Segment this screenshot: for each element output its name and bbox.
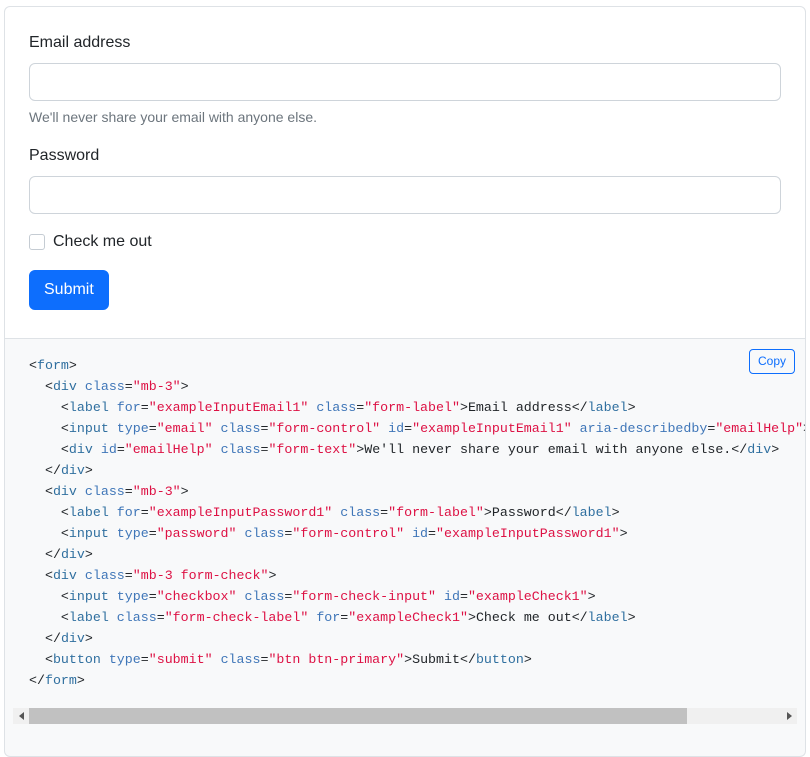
email-label: Email address: [29, 34, 131, 51]
copy-code-button[interactable]: Copy: [748, 349, 795, 374]
password-input[interactable]: [29, 176, 781, 214]
example-preview-pane: Email address We'll never share your ema…: [4, 6, 806, 339]
code-example-pane: Copy <form> <div class="mb-3"> <label fo…: [4, 339, 806, 757]
scrollbar-track[interactable]: [29, 708, 781, 724]
check-me-out-checkbox[interactable]: [29, 234, 45, 250]
horizontal-scrollbar[interactable]: [13, 708, 797, 724]
code-scroll-viewport[interactable]: <form> <div class="mb-3"> <label for="ex…: [5, 355, 805, 695]
scrollbar-right-arrow-icon[interactable]: [781, 708, 797, 724]
password-label: Password: [29, 147, 100, 164]
scrollbar-left-arrow-icon[interactable]: [13, 708, 29, 724]
email-help-text: We'll never share your email with anyone…: [29, 109, 317, 125]
check-me-out-label[interactable]: Check me out: [53, 230, 152, 254]
email-form-group: Email address We'll never share your ema…: [29, 31, 781, 128]
password-form-group: Password: [29, 144, 781, 214]
check-me-out-group: Check me out: [29, 230, 781, 254]
submit-button[interactable]: Submit: [29, 270, 109, 310]
email-input[interactable]: [29, 63, 781, 101]
code-snippet: <form> <div class="mb-3"> <label for="ex…: [29, 358, 805, 688]
scrollbar-thumb[interactable]: [29, 708, 687, 724]
